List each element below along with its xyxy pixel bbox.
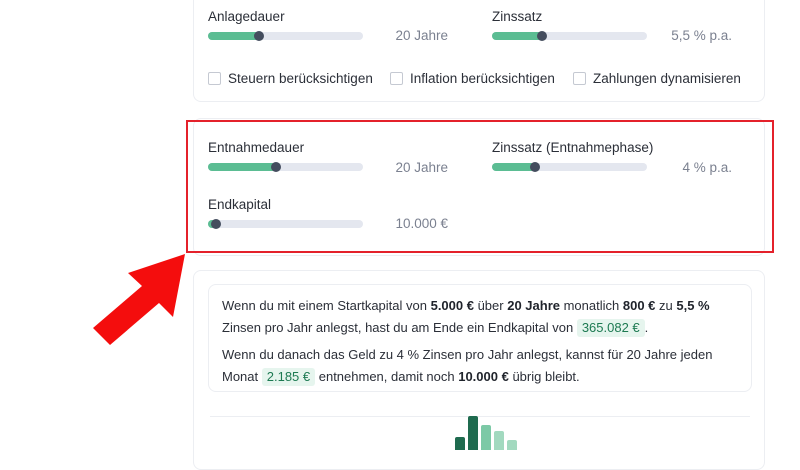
end-capital-badge: 365.082 € xyxy=(576,319,645,337)
summary-text: Wenn du mit einem Startkapital von xyxy=(222,298,431,313)
checkbox-box[interactable] xyxy=(573,72,586,85)
chart-bar xyxy=(481,425,491,450)
summary-paragraph-withdrawal: Wenn du danach das Geld zu 4 % Zinsen pr… xyxy=(222,344,738,388)
monthly-rate-value: 800 € xyxy=(622,298,656,313)
checkbox-label: Zahlungen dynamisieren xyxy=(593,71,741,86)
taxes-checkbox[interactable]: Steuern berücksichtigen xyxy=(208,71,373,86)
slider-thumb[interactable] xyxy=(536,31,547,41)
remaining-capital-value: 10.000 € xyxy=(458,369,509,384)
chart-bar xyxy=(494,431,504,450)
checkbox-label: Steuern berücksichtigen xyxy=(228,71,373,86)
savings-duration-value: 20 Jahre xyxy=(395,28,448,43)
savings-rate-value: 5,5 % p.a. xyxy=(671,28,732,43)
checkbox-label: Inflation berücksichtigen xyxy=(410,71,555,86)
checkbox-box[interactable] xyxy=(208,72,221,85)
summary-text: entnehmen, damit noch xyxy=(315,369,459,384)
summary-paragraph-savings: Wenn du mit einem Startkapital von 5.000… xyxy=(222,295,738,339)
savings-duration-label: Anlagedauer xyxy=(208,9,285,24)
highlight-frame xyxy=(186,120,774,253)
years-value: 20 Jahre xyxy=(507,298,560,313)
dynamize-checkbox[interactable]: Zahlungen dynamisieren xyxy=(573,71,741,86)
summary-text: . xyxy=(644,320,649,335)
red-arrow-icon xyxy=(93,254,185,345)
checkbox-box[interactable] xyxy=(390,72,403,85)
summary-box: Wenn du mit einem Startkapital von 5.000… xyxy=(208,284,752,392)
summary-text: monatlich xyxy=(559,298,623,313)
chart-bar xyxy=(468,416,478,450)
slider-thumb[interactable] xyxy=(254,31,265,41)
slider-fill xyxy=(492,32,542,40)
summary-text: über xyxy=(473,298,508,313)
chart-bar xyxy=(455,437,465,450)
savings-rate-slider[interactable] xyxy=(492,31,647,41)
savings-duration-slider[interactable] xyxy=(208,31,363,41)
interest-rate-value: 5,5 % xyxy=(676,298,710,313)
summary-text: zu xyxy=(655,298,677,313)
chart-divider xyxy=(210,416,750,417)
savings-rate-label: Zinssatz xyxy=(492,9,543,24)
slider-fill xyxy=(208,32,260,40)
chart-bar xyxy=(507,440,517,450)
monthly-withdrawal-badge: 2.185 € xyxy=(261,368,316,386)
inflation-checkbox[interactable]: Inflation berücksichtigen xyxy=(390,71,555,86)
summary-text: Zinsen pro Jahr anlegst, hast du am Ende… xyxy=(222,320,577,335)
start-capital-value: 5.000 € xyxy=(430,298,474,313)
summary-text: übrig bleibt. xyxy=(508,369,580,384)
